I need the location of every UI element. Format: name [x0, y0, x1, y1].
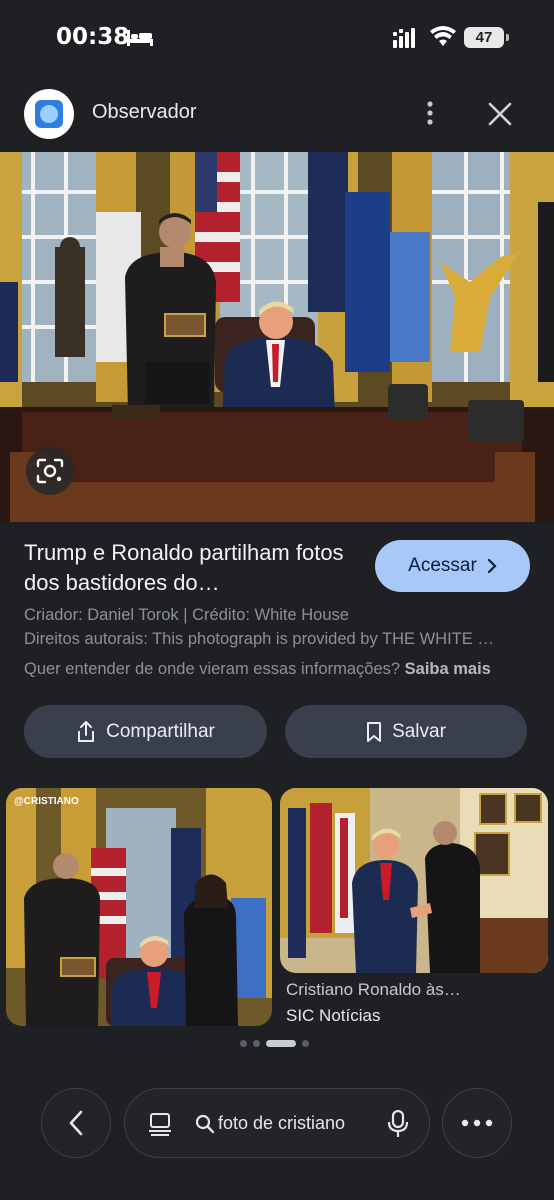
visual-search-button[interactable] — [26, 447, 74, 495]
related-title[interactable]: Cristiano Ronaldo às… — [286, 980, 461, 1000]
search-icon — [195, 1114, 215, 1134]
more-options-button[interactable] — [442, 1088, 512, 1158]
chevron-right-icon — [487, 558, 497, 574]
related-source: SIC Notícias — [286, 1006, 381, 1025]
watermark: @CRISTIANO — [14, 796, 79, 807]
search-query[interactable]: foto de cristiano — [218, 1113, 368, 1134]
main-image[interactable] — [0, 152, 554, 522]
chevron-left-icon — [69, 1110, 83, 1136]
more-vert-icon[interactable] — [418, 98, 442, 128]
source-header: Observador — [0, 80, 554, 146]
info-line: Quer entender de onde vieram essas infor… — [24, 660, 534, 679]
access-button[interactable]: Acessar — [375, 540, 530, 592]
learn-more-link[interactable]: Saiba mais — [405, 660, 491, 678]
site-name[interactable]: Observador — [92, 101, 197, 124]
share-icon — [78, 720, 95, 742]
related-image-2[interactable] — [280, 788, 548, 973]
back-button[interactable] — [41, 1088, 111, 1158]
save-label: Salvar — [392, 720, 446, 742]
creator-line: Criador: Daniel Torok | Crédito: White H… — [24, 606, 349, 624]
battery-indicator: 47 — [464, 27, 509, 48]
rights-line: Direitos autorais: This photograph is pr… — [24, 630, 494, 648]
result-title[interactable]: Trump e Ronaldo partilham fotos dos bast… — [24, 538, 364, 598]
search-bar[interactable]: foto de cristiano — [124, 1088, 430, 1158]
share-label: Compartilhar — [106, 720, 215, 742]
wifi-icon — [430, 26, 456, 46]
close-icon[interactable] — [486, 100, 514, 128]
more-horiz-icon — [461, 1119, 493, 1127]
signal-icon — [393, 28, 415, 48]
save-button[interactable]: Salvar — [285, 705, 527, 758]
related-image-1[interactable]: @CRISTIANO — [6, 788, 272, 1026]
clock: 00:38 — [56, 24, 130, 50]
site-logo — [24, 89, 74, 139]
carousel-indicator — [240, 1040, 309, 1047]
access-label: Acessar — [408, 555, 477, 576]
share-button[interactable]: Compartilhar — [24, 705, 267, 758]
sleep-mode-icon — [127, 30, 153, 46]
info-question: Quer entender de onde vieram essas infor… — [24, 660, 401, 678]
status-bar: 00:38 47 — [0, 0, 554, 76]
tabs-icon[interactable] — [148, 1112, 172, 1136]
bookmark-icon — [367, 721, 382, 742]
lens-icon — [36, 458, 64, 484]
microphone-icon[interactable] — [388, 1110, 408, 1138]
